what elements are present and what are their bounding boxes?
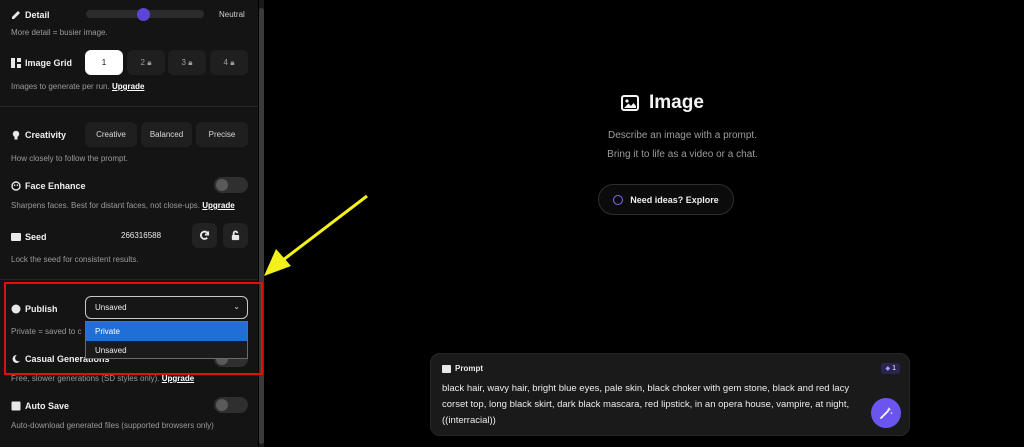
creativity-option-creative[interactable]: Creative: [85, 122, 137, 147]
casual-help-text: Free, slower generations (SD styles only…: [11, 374, 160, 383]
publish-option-unsaved[interactable]: Unsaved: [86, 341, 247, 360]
pen-icon: [10, 9, 22, 21]
creativity-row: Creativity: [10, 129, 66, 141]
lock-icon: [231, 230, 240, 241]
lock-icon: 🔒︎: [185, 57, 193, 67]
seed-help: Lock the seed for consistent results.: [11, 255, 139, 264]
lock-icon: 🔒︎: [227, 57, 235, 67]
creativity-help: How closely to follow the prompt.: [11, 154, 128, 163]
image-grid-help: Images to generate per run. Upgrade: [11, 82, 144, 91]
face-icon: [10, 180, 22, 192]
lock-seed-button[interactable]: [223, 223, 248, 248]
image-grid-label: Image Grid: [25, 58, 73, 68]
image-grid-help-text: Images to generate per run.: [11, 82, 110, 91]
creativity-option-balanced[interactable]: Balanced: [141, 122, 192, 147]
divider: [0, 106, 258, 107]
publish-select[interactable]: Unsaved ⌄: [85, 296, 248, 319]
enhance-prompt-button[interactable]: [871, 398, 901, 428]
face-enhance-row: Face Enhance: [10, 180, 86, 192]
grid-option-3[interactable]: 3 🔒︎: [168, 50, 206, 75]
grid-icon: [10, 57, 22, 69]
refresh-seed-button[interactable]: [192, 223, 217, 248]
detail-value: Neutral: [219, 10, 245, 19]
seed-row: Seed: [10, 231, 47, 243]
publish-dropdown: Private Unsaved: [85, 321, 248, 359]
upgrade-link[interactable]: Upgrade: [112, 82, 144, 91]
bulb-icon: [10, 129, 22, 141]
seed-input[interactable]: 266316588: [121, 231, 161, 240]
lock-icon: 🔒︎: [144, 57, 152, 67]
detail-label: Detail: [25, 10, 50, 20]
auto-save-label: Auto Save: [25, 401, 70, 411]
detail-row: Detail: [10, 9, 50, 21]
prompt-header: Prompt: [442, 364, 483, 373]
prompt-label: Prompt: [455, 364, 483, 373]
publish-label: Publish: [25, 304, 58, 314]
scrollbar-thumb[interactable]: [259, 8, 264, 444]
prompt-icon: [442, 364, 451, 373]
wand-icon: [880, 407, 893, 419]
explore-label: Need ideas? Explore: [630, 194, 719, 205]
divider: [0, 279, 258, 280]
grid-option-2[interactable]: 2 🔒︎: [127, 50, 165, 75]
page-title: Image: [621, 92, 704, 114]
page-title-text: Image: [649, 92, 704, 113]
upgrade-link[interactable]: Upgrade: [202, 201, 234, 210]
face-enhance-label: Face Enhance: [25, 181, 86, 191]
publish-option-private[interactable]: Private: [86, 322, 247, 341]
creativity-label: Creativity: [25, 130, 67, 140]
image-icon: [10, 231, 22, 243]
casual-generations-help: Free, slower generations (SD styles only…: [11, 374, 194, 383]
auto-save-row: Auto Save: [10, 400, 69, 412]
publish-row: Publish: [10, 303, 58, 315]
save-icon: [10, 400, 22, 412]
publish-help: Private = saved to c: [11, 327, 82, 336]
grid-option-4[interactable]: 4 🔒︎: [210, 50, 248, 75]
chevron-down-icon: ⌄: [233, 302, 240, 311]
compass-icon: [613, 194, 624, 205]
toggle-knob: [216, 179, 228, 191]
auto-save-toggle[interactable]: [214, 397, 248, 413]
gem-icon: ◆: [885, 366, 891, 372]
credit-count: 1: [892, 365, 896, 372]
auto-save-help: Auto-download generated files (supported…: [11, 421, 214, 430]
seed-label: Seed: [25, 232, 47, 242]
moon-icon: [10, 353, 22, 365]
image-icon: [621, 95, 639, 111]
explore-ideas-button[interactable]: Need ideas? Explore: [598, 184, 734, 215]
refresh-icon: [200, 230, 210, 240]
detail-help: More detail = busier image.: [11, 28, 108, 37]
prompt-input[interactable]: black hair, wavy hair, bright blue eyes,…: [442, 381, 862, 429]
detail-slider-thumb[interactable]: [137, 8, 150, 21]
prompt-panel: Prompt ◆ 1 black hair, wavy hair, bright…: [430, 353, 910, 436]
grid-option-1[interactable]: 1: [85, 50, 123, 75]
settings-sidebar: Detail Neutral More detail = busier imag…: [0, 0, 258, 447]
hero-description: Describe an image with a prompt.: [608, 130, 757, 141]
globe-icon: [10, 303, 22, 315]
toggle-knob: [216, 399, 228, 411]
creativity-option-precise[interactable]: Precise: [196, 122, 248, 147]
publish-selected-value: Unsaved: [95, 303, 127, 312]
face-enhance-help-text: Sharpens faces. Best for distant faces, …: [11, 201, 200, 210]
hero-subdescription: Bring it to life as a video or a chat.: [607, 149, 758, 160]
upgrade-link[interactable]: Upgrade: [162, 374, 194, 383]
sidebar-scrollbar[interactable]: [259, 0, 264, 447]
face-enhance-toggle[interactable]: [214, 177, 248, 193]
image-grid-row: Image Grid: [10, 57, 72, 69]
credit-badge: ◆ 1: [881, 363, 900, 374]
face-enhance-help: Sharpens faces. Best for distant faces, …: [11, 201, 235, 210]
